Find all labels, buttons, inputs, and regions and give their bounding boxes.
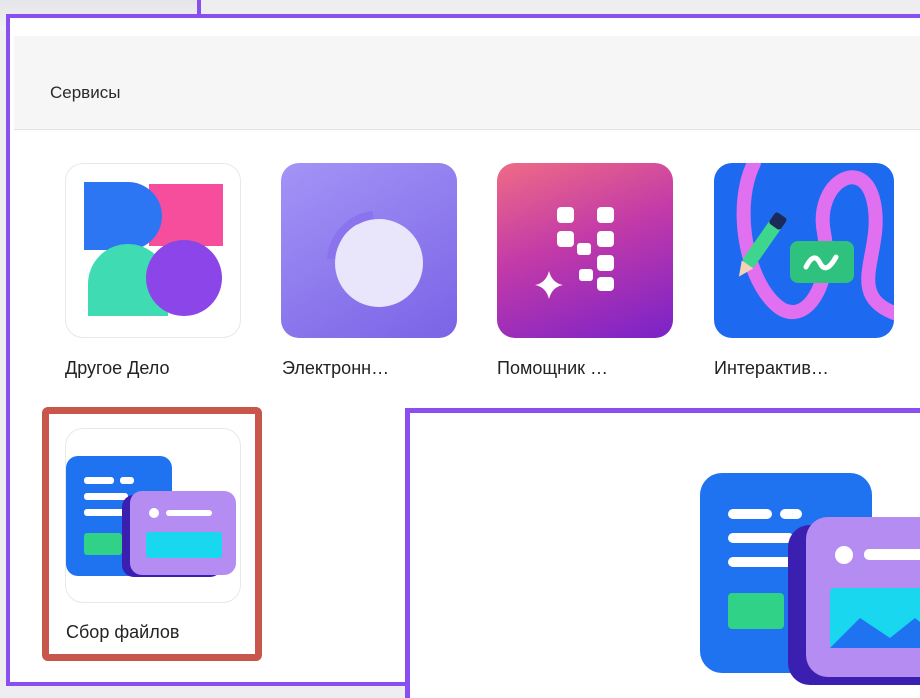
service-label: Электронн… xyxy=(282,358,390,378)
page-title: Сервисы xyxy=(50,83,121,102)
service-label: Другое Дело xyxy=(65,358,170,378)
file-collection-large-icon xyxy=(700,473,920,685)
panel-top-border xyxy=(197,0,920,18)
selection-highlight xyxy=(42,407,262,661)
service-tile-interactive[interactable] xyxy=(714,163,894,338)
service-tile-drugoe-delo[interactable] xyxy=(65,163,241,338)
service-label: Интерактив… xyxy=(714,358,829,378)
file-collection-preview xyxy=(405,408,920,698)
service-tile-assistant[interactable] xyxy=(497,163,673,338)
assistant-icon xyxy=(535,207,614,299)
service-label: Помощник … xyxy=(497,358,609,378)
service-tile-electronic[interactable] xyxy=(281,163,457,338)
services-header: Сервисы xyxy=(14,36,920,130)
interactive-board-icon xyxy=(736,163,894,320)
electronic-journal-icon xyxy=(327,211,423,307)
drugoe-delo-icon xyxy=(84,182,223,316)
